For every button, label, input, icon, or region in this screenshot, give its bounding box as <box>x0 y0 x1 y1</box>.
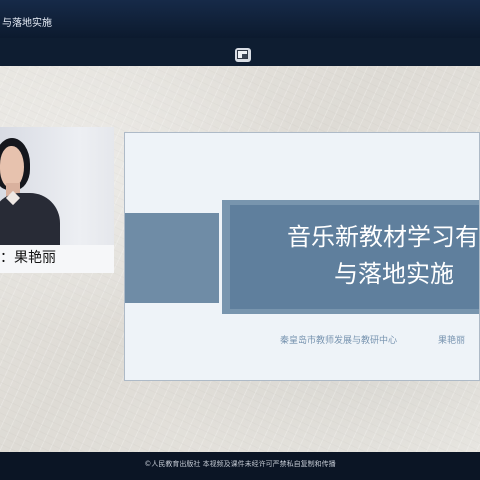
slide-title-line-1: 音乐新教材学习有 <box>287 223 479 251</box>
video-player-screen: 与落地实施 ：果艳丽 音乐新教材学习有 与落地实施 秦皇岛市教师发展与教研中心 … <box>0 0 480 480</box>
slide-presenter-name: 果艳丽 <box>438 336 466 346</box>
window-title-bar: 与落地实施 <box>0 0 480 38</box>
slide-left-accent-bar <box>125 213 219 303</box>
picture-in-picture-icon[interactable] <box>235 48 251 62</box>
speaker-video-panel: ：果艳丽 <box>0 127 114 273</box>
speaker-video <box>0 127 114 245</box>
copyright-notice: ©人民教育出版社 本视频及课件未经许可严禁私自复制和传播 <box>144 460 336 468</box>
presentation-slide: 音乐新教材学习有 与落地实施 秦皇岛市教师发展与教研中心 果艳丽 <box>124 132 480 381</box>
speaker-name-label: ：果艳丽 <box>0 250 56 266</box>
window-title: 与落地实施 <box>2 18 52 29</box>
slide-organization: 秦皇岛市教师发展与教研中心 <box>280 336 398 346</box>
speaker-face <box>0 146 24 188</box>
slide-title-banner-inner: 音乐新教材学习有 与落地实施 <box>230 205 479 309</box>
slide-title-line-2: 与落地实施 <box>334 260 454 288</box>
slide-title-banner: 音乐新教材学习有 与落地实施 <box>222 200 479 314</box>
